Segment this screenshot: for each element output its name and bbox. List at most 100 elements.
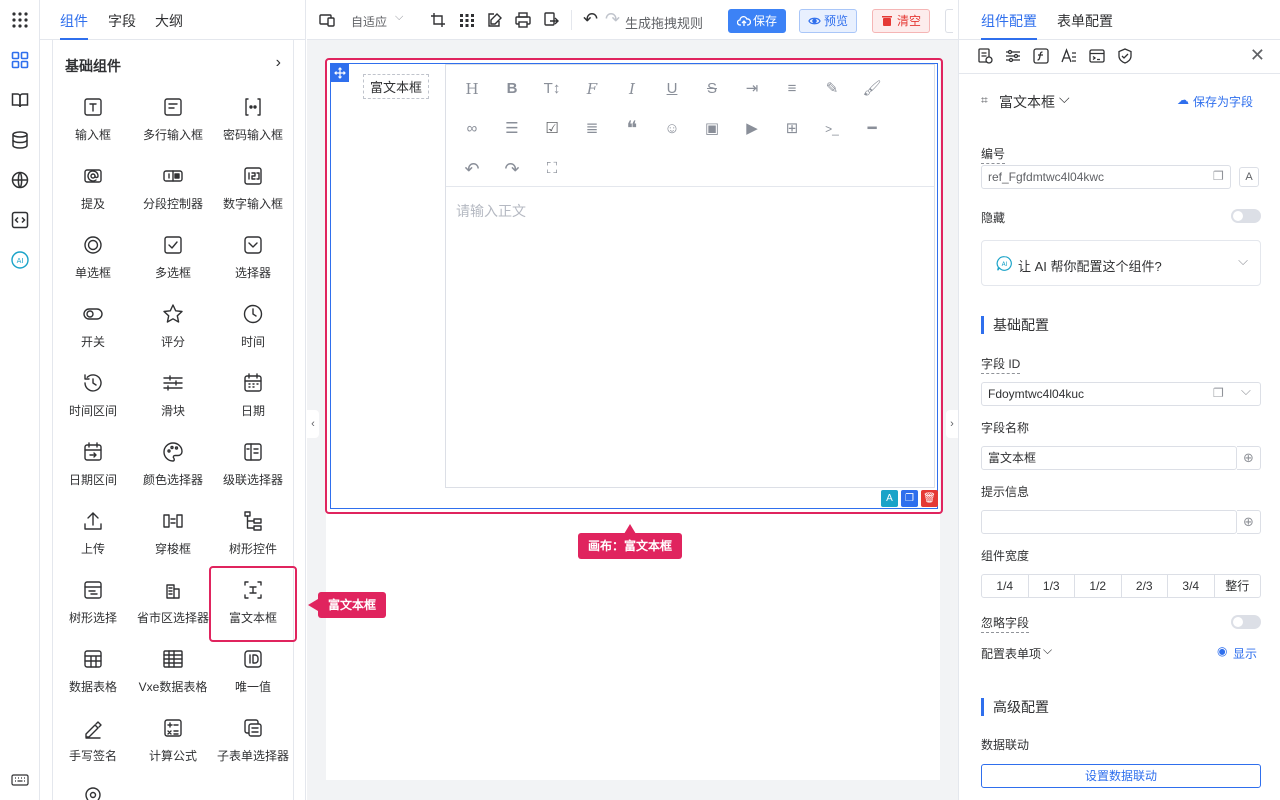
line-height-icon[interactable]: ≡ — [782, 79, 802, 99]
component-item[interactable]: 时间 — [213, 291, 293, 355]
globe-icon[interactable]: ⊕ — [1237, 446, 1261, 470]
code-block-icon[interactable]: >_ — [822, 119, 842, 139]
undo-icon[interactable]: ↶ — [462, 159, 482, 179]
function-icon[interactable] — [1033, 48, 1049, 64]
heading-icon[interactable]: H — [462, 79, 482, 99]
database-icon[interactable] — [8, 128, 32, 152]
component-item[interactable]: 省市区选择器 — [133, 567, 213, 631]
tab-outline[interactable]: 大纲 — [155, 11, 183, 31]
rich-text-editor[interactable]: H B T↕ F I U S ⇥ ≡ ✎ 🖌 ∞ ☰ ☑ ≣ ❝ ☺ ▣ ▶ ⊞… — [445, 64, 935, 488]
align-icon[interactable]: ≣ — [582, 119, 602, 139]
tab-components[interactable]: 组件 — [60, 11, 88, 31]
font-size-icon[interactable]: T↕ — [542, 79, 562, 99]
chevron-down-icon[interactable]: ⌵ — [1059, 90, 1070, 107]
tab-fields[interactable]: 字段 — [108, 11, 136, 31]
component-item[interactable]: 数字输入框 — [213, 153, 293, 217]
component-item[interactable]: 穿梭框 — [133, 498, 213, 562]
component-item[interactable]: 评分 — [133, 291, 213, 355]
shield-icon[interactable] — [1117, 48, 1133, 64]
ai-assistant-icon[interactable]: AI — [8, 248, 32, 272]
component-item[interactable]: 开关 — [53, 291, 133, 355]
bullet-list-icon[interactable]: ☰ — [502, 119, 522, 139]
component-item[interactable]: 输入框 — [53, 84, 133, 148]
video-icon[interactable]: ▶ — [742, 119, 762, 139]
close-icon[interactable]: ✕ — [1250, 45, 1265, 66]
hidden-toggle[interactable] — [1231, 209, 1261, 223]
component-item[interactable]: 树形选择 — [53, 567, 133, 631]
text-format-icon[interactable]: A — [1239, 167, 1259, 187]
edit-icon[interactable] — [487, 12, 503, 28]
fullscreen-icon[interactable]: ⛶ — [542, 159, 562, 179]
width-option[interactable]: 整行 — [1215, 575, 1261, 597]
chevron-right-icon[interactable]: › — [276, 54, 281, 72]
copy-mini-icon[interactable]: ❐ — [901, 490, 918, 507]
redo-icon[interactable]: ↷ — [605, 9, 620, 30]
emoji-icon[interactable]: ☺ — [662, 119, 682, 139]
apps-grid-icon[interactable] — [8, 8, 32, 32]
set-linkage-button[interactable]: 设置数据联动 — [981, 764, 1261, 788]
globe-icon[interactable]: ⊕ — [1237, 510, 1261, 534]
bold-icon[interactable]: B — [502, 79, 522, 99]
component-item[interactable]: 手写签名 — [53, 705, 133, 769]
ai-mini-icon[interactable]: A — [881, 490, 898, 507]
component-item[interactable]: 时间区间 — [53, 360, 133, 424]
delete-mini-icon[interactable]: 🗑 — [921, 490, 938, 507]
font-family-icon[interactable]: F — [582, 79, 602, 99]
component-item[interactable]: 单选框 — [53, 222, 133, 286]
width-option[interactable]: 1/2 — [1075, 575, 1122, 597]
crop-icon[interactable] — [430, 12, 446, 28]
preview-button[interactable]: 预览 — [799, 9, 858, 33]
copy-icon[interactable]: ❐ — [1213, 386, 1224, 400]
component-item[interactable]: 子表单选择器 — [213, 705, 293, 769]
component-item[interactable]: 日期区间 — [53, 429, 133, 493]
component-item[interactable]: 树形控件 — [213, 498, 293, 562]
ignore-field-toggle[interactable] — [1231, 615, 1261, 629]
component-item[interactable]: 级联选择器 — [213, 429, 293, 493]
hint-input[interactable] — [981, 510, 1237, 534]
component-item[interactable]: 多行输入框 — [133, 84, 213, 148]
adaptive-select[interactable]: 自适应 — [351, 13, 387, 30]
component-item[interactable]: 选择器 — [213, 222, 293, 286]
italic-icon[interactable]: I — [622, 79, 642, 99]
collapse-right-icon[interactable]: › — [946, 410, 958, 438]
save-as-field-link[interactable]: 保存为字段 — [1193, 93, 1253, 110]
event-icon[interactable] — [1089, 48, 1105, 64]
copy-icon[interactable]: ❐ — [1213, 169, 1224, 183]
chevron-down-icon[interactable]: ⌵ — [395, 11, 403, 24]
drag-handle-icon[interactable] — [331, 64, 349, 82]
collapse-left-icon[interactable]: ‹ — [307, 410, 319, 438]
component-item[interactable]: 提及 — [53, 153, 133, 217]
quote-icon[interactable]: ❝ — [622, 119, 642, 139]
component-item[interactable]: 滑块 — [133, 360, 213, 424]
component-item[interactable]: 多选框 — [133, 222, 213, 286]
sliders-icon[interactable] — [1005, 48, 1021, 64]
undo-icon[interactable]: ↶ — [583, 9, 598, 30]
brush-icon[interactable]: 🖌 — [862, 79, 882, 99]
form-items-label[interactable]: 配置表单项 — [981, 645, 1041, 662]
field-name-input[interactable]: 富文本框 — [981, 446, 1237, 470]
component-item[interactable]: 日期 — [213, 360, 293, 424]
redo-icon[interactable]: ↷ — [502, 159, 522, 179]
tab-component-config[interactable]: 组件配置 — [981, 11, 1037, 31]
properties-icon[interactable] — [977, 48, 993, 64]
chevron-down-icon[interactable]: ⌵ — [1238, 253, 1248, 269]
print-icon[interactable] — [515, 12, 531, 28]
generate-rule-button[interactable]: 生成拖拽规则 — [625, 13, 703, 32]
link-icon[interactable]: ∞ — [462, 119, 482, 139]
component-item[interactable]: 分段控制器 — [133, 153, 213, 217]
save-button[interactable]: 保存 — [728, 9, 787, 33]
code-icon[interactable] — [8, 208, 32, 232]
grid-icon[interactable] — [459, 12, 475, 28]
indent-icon[interactable]: ⇥ — [742, 79, 762, 99]
width-option[interactable]: 2/3 — [1122, 575, 1168, 597]
component-item[interactable]: 计算公式 — [133, 705, 213, 769]
component-item[interactable]: 上传 — [53, 498, 133, 562]
book-icon[interactable] — [8, 88, 32, 112]
import-icon[interactable] — [543, 12, 559, 28]
style-icon[interactable] — [1061, 48, 1077, 64]
width-option[interactable]: 3/4 — [1168, 575, 1215, 597]
chevron-down-icon[interactable]: ⌵ — [1043, 643, 1052, 658]
image-icon[interactable]: ▣ — [702, 119, 722, 139]
highlight-icon[interactable]: ✎ — [822, 79, 842, 99]
strikethrough-icon[interactable]: S — [702, 79, 722, 99]
